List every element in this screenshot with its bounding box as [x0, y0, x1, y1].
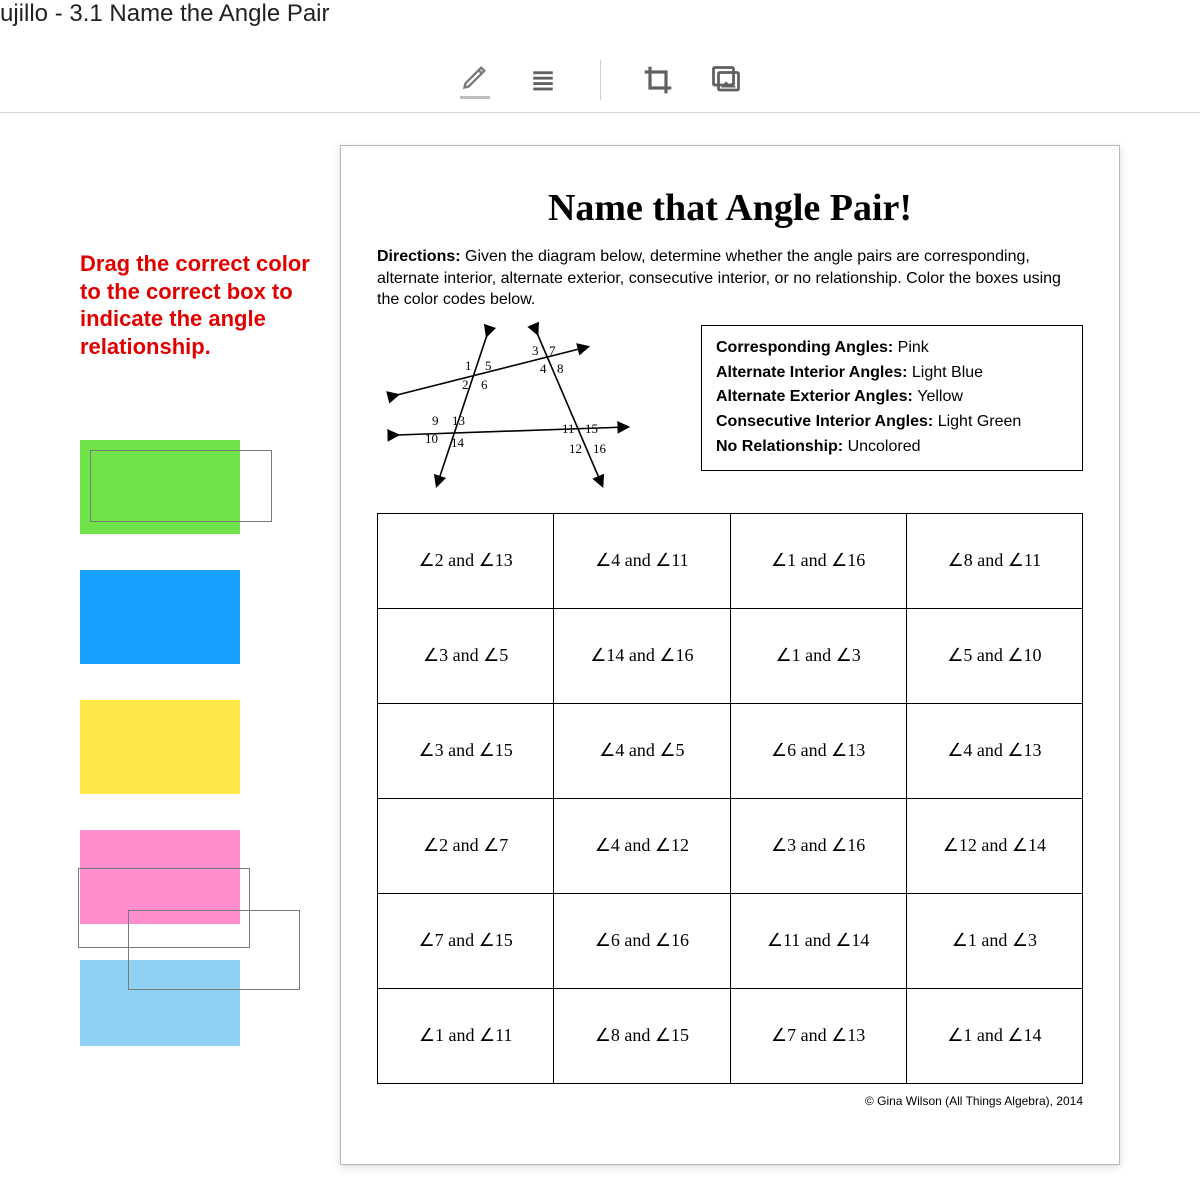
- angle-pair-cell[interactable]: ∠11 and ∠14: [730, 893, 906, 988]
- angle-pair-cell[interactable]: ∠2 and ∠13: [378, 513, 554, 608]
- toolbar-rule: [0, 112, 1200, 113]
- angle-pair-cell[interactable]: ∠1 and ∠16: [730, 513, 906, 608]
- svg-text:6: 6: [481, 377, 488, 392]
- svg-text:5: 5: [485, 358, 492, 373]
- window-title: ujillo - 3.1 Name the Angle Pair: [0, 0, 1200, 20]
- angle-pair-cell[interactable]: ∠3 and ∠16: [730, 798, 906, 893]
- angle-pair-cell[interactable]: ∠1 and ∠3: [730, 608, 906, 703]
- svg-text:15: 15: [585, 421, 598, 436]
- svg-text:2: 2: [462, 377, 469, 392]
- angle-pair-cell[interactable]: ∠8 and ∠11: [906, 513, 1082, 608]
- svg-text:1: 1: [465, 358, 472, 373]
- angle-pair-cell[interactable]: ∠14 and ∠16: [554, 608, 730, 703]
- svg-text:10: 10: [425, 431, 438, 446]
- worksheet-title: Name that Angle Pair!: [377, 186, 1083, 230]
- angle-pair-cell[interactable]: ∠1 and ∠14: [906, 988, 1082, 1083]
- selection-box[interactable]: [90, 450, 272, 522]
- toolbar-divider: [600, 60, 601, 100]
- angle-pair-cell[interactable]: ∠8 and ∠15: [554, 988, 730, 1083]
- angle-pair-cell[interactable]: ∠4 and ∠13: [906, 703, 1082, 798]
- angle-pair-cell[interactable]: ∠3 and ∠15: [378, 703, 554, 798]
- pencil-icon[interactable]: [460, 62, 490, 99]
- copyright-text: © Gina Wilson (All Things Algebra), 2014: [377, 1094, 1083, 1108]
- svg-text:9: 9: [432, 413, 439, 428]
- lines-icon[interactable]: [528, 65, 558, 95]
- angle-pair-cell[interactable]: ∠2 and ∠7: [378, 798, 554, 893]
- angle-diagram: 15 26 37 48 913 1014 1115 1216: [377, 325, 677, 495]
- svg-text:7: 7: [549, 343, 556, 358]
- svg-text:8: 8: [557, 361, 564, 376]
- angle-pair-cell[interactable]: ∠1 and ∠3: [906, 893, 1082, 988]
- angle-pair-cell[interactable]: ∠6 and ∠16: [554, 893, 730, 988]
- worksheet-page: Name that Angle Pair! Directions: Given …: [340, 145, 1120, 1165]
- svg-text:11: 11: [562, 421, 575, 436]
- color-swatch-panel: [80, 440, 340, 1082]
- angle-pair-cell[interactable]: ∠12 and ∠14: [906, 798, 1082, 893]
- directions-text: Directions: Given the diagram below, det…: [377, 246, 1083, 311]
- angle-pair-cell[interactable]: ∠1 and ∠11: [378, 988, 554, 1083]
- angle-pair-cell[interactable]: ∠4 and ∠12: [554, 798, 730, 893]
- svg-text:13: 13: [452, 413, 465, 428]
- angle-pair-cell[interactable]: ∠4 and ∠11: [554, 513, 730, 608]
- selection-box-inner[interactable]: [128, 910, 300, 990]
- angle-pair-cell[interactable]: ∠5 and ∠10: [906, 608, 1082, 703]
- svg-text:14: 14: [451, 435, 465, 450]
- angle-pair-cell[interactable]: ∠6 and ∠13: [730, 703, 906, 798]
- svg-text:3: 3: [532, 343, 539, 358]
- swatch-blue[interactable]: [80, 570, 240, 664]
- color-legend: Corresponding Angles: Pink Alternate Int…: [701, 325, 1083, 471]
- crop-icon[interactable]: [643, 65, 673, 95]
- editor-toolbar: [0, 50, 1200, 110]
- angle-pair-cell[interactable]: ∠7 and ∠15: [378, 893, 554, 988]
- angle-pair-cell[interactable]: ∠3 and ∠5: [378, 608, 554, 703]
- image-icon[interactable]: [711, 65, 741, 95]
- swatch-yellow[interactable]: [80, 700, 240, 794]
- angle-pair-cell[interactable]: ∠7 and ∠13: [730, 988, 906, 1083]
- svg-text:4: 4: [540, 361, 547, 376]
- drag-instructions: Drag the correct color to the correct bo…: [80, 250, 310, 360]
- angle-pair-cell[interactable]: ∠4 and ∠5: [554, 703, 730, 798]
- svg-text:12: 12: [569, 441, 582, 456]
- svg-text:16: 16: [593, 441, 607, 456]
- angle-pair-grid: ∠2 and ∠13∠4 and ∠11∠1 and ∠16∠8 and ∠11…: [377, 513, 1083, 1084]
